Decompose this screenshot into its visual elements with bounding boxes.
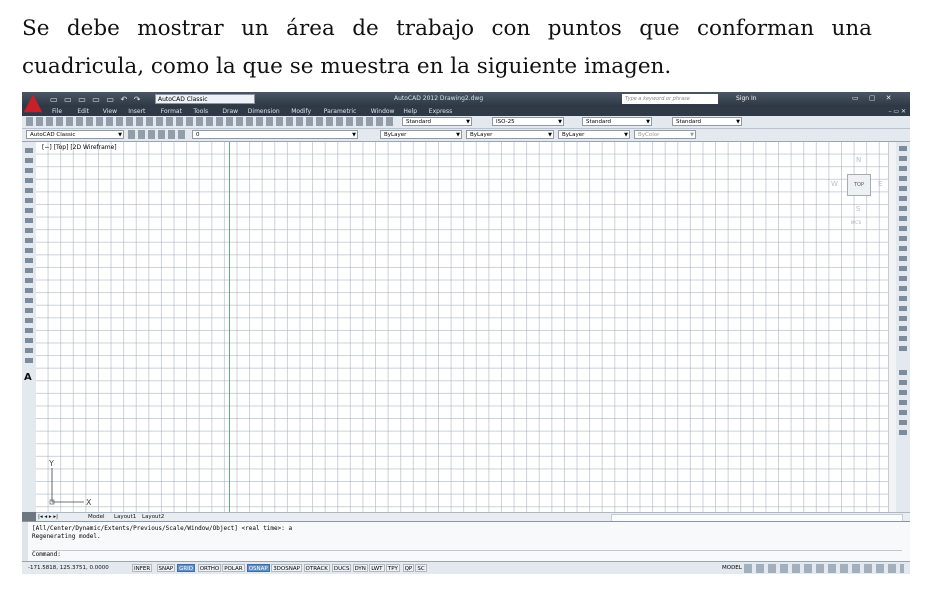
sign-in-link[interactable]: Sign In — [736, 95, 757, 102]
status-toggle-grid[interactable]: GRID — [177, 564, 196, 572]
mleader-style-select[interactable]: Standard ▼ — [672, 117, 742, 126]
command-window-handle[interactable] — [22, 522, 28, 562]
status-toggle-polar[interactable]: POLAR — [222, 564, 245, 572]
menu-item-format[interactable]: Format — [161, 108, 182, 115]
modify-tool-icons[interactable] — [899, 146, 907, 356]
document-window-controls[interactable]: – ▭ ✕ — [888, 108, 906, 115]
workspace-select[interactable]: AutoCAD Classic — [155, 94, 255, 104]
table-style-select[interactable]: Standard ▼ — [582, 117, 652, 126]
menu-item-express[interactable]: Express — [429, 108, 452, 115]
command-window: [All/Center/Dynamic/Extents/Previous/Sca… — [22, 521, 910, 562]
menu-bar: File Edit View Insert Format Tools Draw Dimensi… — [22, 107, 910, 116]
menu-item-view[interactable]: View — [103, 108, 117, 115]
linetype-value: ByLayer — [470, 132, 493, 138]
status-toggle-ducs[interactable]: DUCS — [331, 564, 352, 572]
text-style-value: Standard — [406, 119, 432, 125]
status-bar: -171.5818, 125.3751, 0.0000 INFER SNAP GRI… — [22, 561, 910, 574]
menu-item-tools[interactable]: Tools — [193, 108, 208, 115]
ucs-icon: Y X — [48, 459, 92, 507]
wcs-menu[interactable]: WCS — [843, 220, 869, 228]
viewcube-north[interactable]: N — [856, 156, 861, 164]
tab-model[interactable]: Model — [88, 514, 105, 520]
command-input[interactable]: Command: — [32, 550, 902, 560]
command-history-line: [All/Center/Dynamic/Extents/Previous/Sca… — [32, 525, 293, 532]
status-toggle-qp[interactable]: QP — [402, 564, 415, 572]
command-prompt-label: Command: — [32, 551, 61, 558]
tab-layout2[interactable]: Layout2 — [142, 514, 164, 520]
viewport-controls-label[interactable]: [−] [Top] [2D Wireframe] — [42, 144, 117, 151]
standard-toolbar: Standard ▼ ISO-25 ▼ Standard ▼ Standard ▼ — [22, 116, 910, 129]
instruction-paragraph: Se debe mostrar un área de trabajo con p… — [22, 10, 872, 86]
paragraph-line-2: cuadricula, como la que se muestra en la… — [22, 54, 672, 79]
autocad-screenshot: ▭ ▭ ▭ ▭ ▭ ↶ ↷ AutoCAD Classic AutoCAD 20… — [22, 92, 910, 574]
menu-item-window[interactable]: Window — [371, 108, 395, 115]
draw-toolbar: A — [22, 142, 36, 512]
mleader-style-value: Standard — [676, 119, 702, 125]
menu-item-dimension[interactable]: Dimension — [248, 108, 280, 115]
modify-toolbar — [896, 142, 910, 512]
lineweight-value: ByLayer — [562, 132, 585, 138]
linetype-select[interactable]: ByLayer ▼ — [466, 130, 554, 139]
plotstyle-select[interactable]: ByColor ▼ — [634, 130, 696, 139]
status-toggle-osnap[interactable]: OSNAP — [246, 564, 270, 572]
title-bar: ▭ ▭ ▭ ▭ ▭ ↶ ↷ AutoCAD Classic AutoCAD 20… — [22, 92, 910, 107]
text-style-select[interactable]: Standard ▼ — [402, 117, 472, 126]
status-tray-icons[interactable] — [744, 564, 904, 573]
plotstyle-value: ByColor — [638, 132, 660, 138]
status-toggle-3dosnap[interactable]: 3DOSNAP — [271, 564, 302, 572]
menu-item-insert[interactable]: Insert — [128, 108, 145, 115]
ucs-y-label: Y — [48, 459, 54, 468]
status-toggle-ortho[interactable]: ORTHO — [197, 564, 222, 572]
extra-tool-icons[interactable] — [899, 370, 907, 440]
viewcube-west[interactable]: W — [831, 180, 838, 188]
menu-item-file[interactable]: File — [52, 108, 62, 115]
tab-nav-arrows[interactable]: |◂ ◂ ▸ ▸| — [38, 514, 58, 520]
lineweight-select[interactable]: ByLayer ▼ — [558, 130, 630, 139]
viewcube-top-face[interactable]: TOP — [847, 174, 871, 196]
viewcube-east[interactable]: E — [878, 180, 882, 188]
layers-toolbar: AutoCAD Classic ▼ 0 ▼ ByLayer ▼ ByLayer ▼ By… — [22, 129, 910, 142]
table-style-value: Standard — [586, 119, 612, 125]
app-title: AutoCAD 2012 Drawing2.dwg — [394, 95, 484, 102]
paragraph-line-1: Se debe mostrar un área de trabajo con p… — [22, 16, 872, 41]
status-toggle-lwt[interactable]: LWT — [369, 564, 385, 572]
draw-tool-icons[interactable] — [25, 148, 33, 368]
dim-style-select[interactable]: ISO-25 ▼ — [492, 117, 564, 126]
ucs-x-label: X — [86, 498, 92, 507]
viewcube-south[interactable]: S — [856, 205, 860, 213]
status-toggle-infer[interactable]: INFER — [132, 564, 153, 572]
model-space-label[interactable]: MODEL — [722, 565, 742, 571]
menu-item-help[interactable]: Help — [403, 108, 417, 115]
multiline-text-icon[interactable]: A — [24, 372, 32, 383]
coordinate-readout[interactable]: -171.5818, 125.3751, 0.0000 — [28, 565, 109, 571]
ucs-y-axis-line — [229, 142, 230, 512]
drawing-area[interactable]: [−] [Top] [2D Wireframe] N W E S TOP WCS… — [36, 142, 896, 512]
layer-icons[interactable] — [128, 130, 188, 139]
tab-layout1[interactable]: Layout1 — [114, 514, 136, 520]
toolbar-icons[interactable] — [26, 117, 396, 126]
workspace-value-2: AutoCAD Classic — [30, 132, 76, 138]
color-select[interactable]: ByLayer ▼ — [380, 130, 462, 139]
menu-item-parametric[interactable]: Parametric — [324, 108, 357, 115]
window-controls[interactable]: ▭ ▢ ✕ — [852, 94, 896, 102]
command-history-line: Regenerating model. — [32, 533, 101, 540]
workspace-select-2[interactable]: AutoCAD Classic ▼ — [26, 130, 124, 139]
search-input[interactable]: Type a keyword or phrase — [622, 94, 718, 104]
menu-item-edit[interactable]: Edit — [77, 108, 89, 115]
color-value: ByLayer — [384, 132, 407, 138]
status-toggle-tpy[interactable]: TPY — [385, 564, 400, 572]
layer-value: 0 — [196, 132, 200, 138]
layer-select[interactable]: 0 ▼ — [192, 130, 358, 139]
status-toggle-dyn[interactable]: DYN — [352, 564, 368, 572]
menu-item-draw[interactable]: Draw — [222, 108, 238, 115]
quick-access-icons[interactable]: ▭ ▭ ▭ ▭ ▭ ↶ ↷ — [50, 95, 142, 104]
dim-style-value: ISO-25 — [496, 119, 515, 125]
viewcube[interactable]: N W E S TOP WCS — [826, 150, 886, 235]
menu-item-modify[interactable]: Modify — [291, 108, 311, 115]
status-toggle-sc[interactable]: SC — [415, 564, 427, 572]
status-toggle-snap[interactable]: SNAP — [156, 564, 176, 572]
status-toggle-otrack[interactable]: OTRACK — [303, 564, 330, 572]
workspace-select-value: AutoCAD Classic — [158, 96, 208, 103]
